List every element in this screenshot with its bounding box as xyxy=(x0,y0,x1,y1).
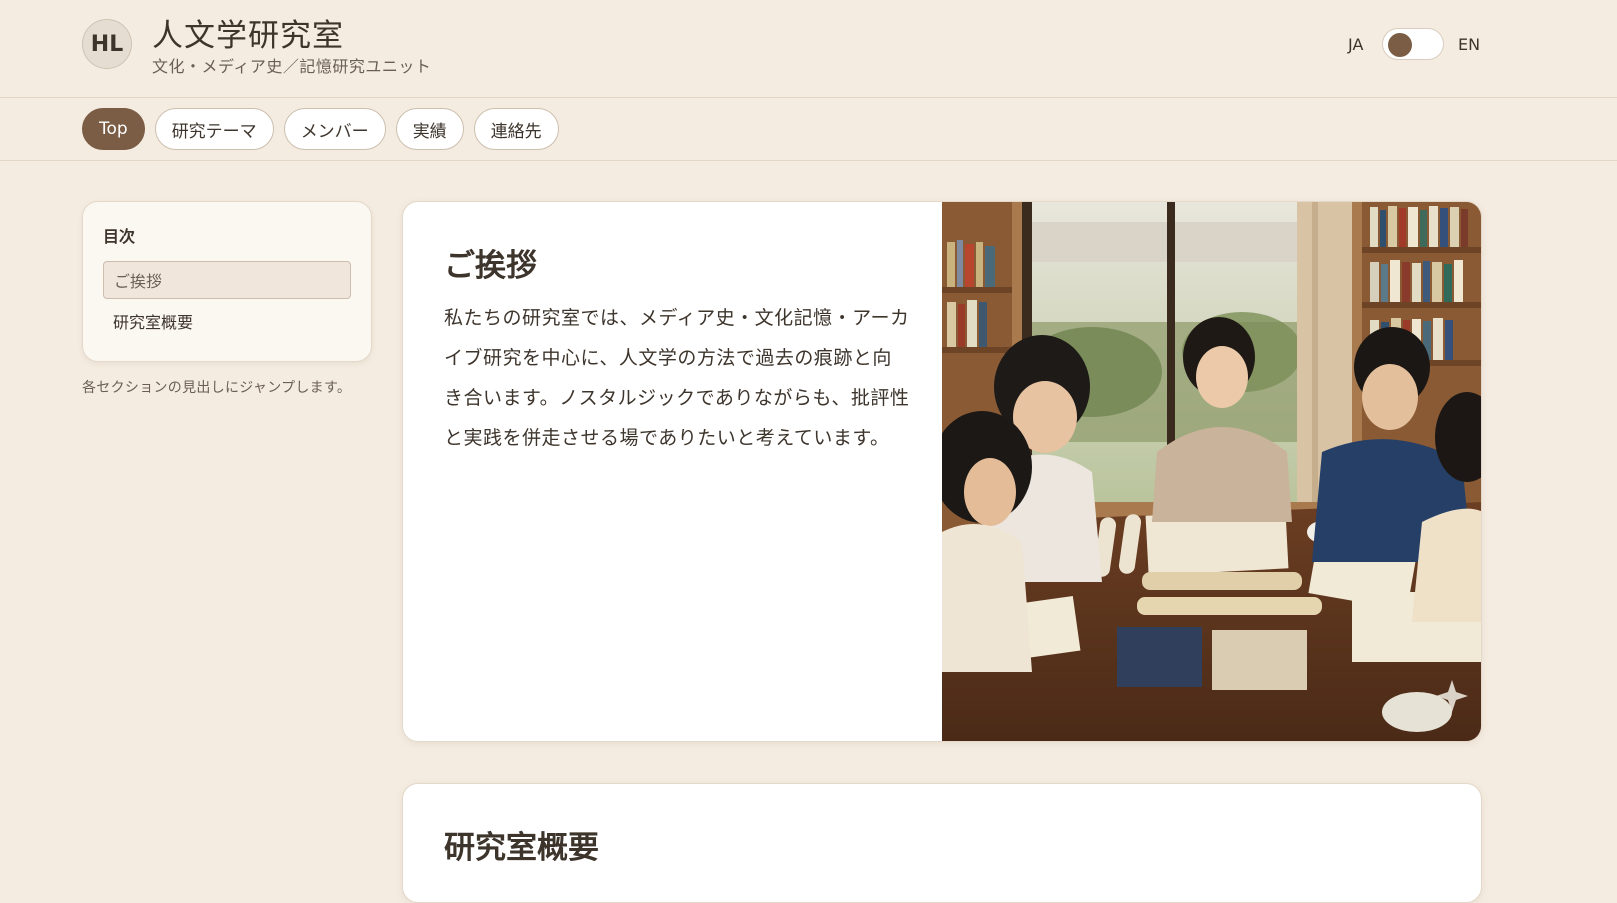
main-nav: Top 研究テーマ メンバー 実績 連絡先 xyxy=(0,98,1617,161)
table-of-contents: 目次 ご挨拶 研究室概要 xyxy=(82,201,372,362)
toc-item-greeting[interactable]: ご挨拶 xyxy=(103,261,351,299)
lang-label-ja[interactable]: JA xyxy=(1348,35,1363,54)
tab-top[interactable]: Top xyxy=(82,108,145,150)
lang-label-en[interactable]: EN xyxy=(1458,35,1480,54)
overview-heading: 研究室概要 xyxy=(444,830,599,866)
language-toggle-knob xyxy=(1388,33,1412,57)
toc-note: 各セクションの見出しにジャンプします。 xyxy=(82,380,352,396)
lab-logo[interactable]: HL xyxy=(82,19,132,69)
greeting-card: ご挨拶 私たちの研究室では、メディア史・文化記憶・アーカイブ研究を中心に、人文学… xyxy=(402,201,1482,742)
toc-item-overview[interactable]: 研究室概要 xyxy=(103,302,351,340)
tab-contact[interactable]: 連絡先 xyxy=(473,108,559,150)
greeting-heading: ご挨拶 xyxy=(444,248,537,284)
toc-title: 目次 xyxy=(103,227,136,246)
overview-card: 研究室概要 xyxy=(402,783,1482,903)
tab-members[interactable]: メンバー xyxy=(283,108,386,150)
site-title[interactable]: 人文学研究室 xyxy=(152,10,344,55)
language-toggle[interactable] xyxy=(1382,28,1444,60)
lab-meeting-photo xyxy=(942,202,1481,741)
tab-research-themes[interactable]: 研究テーマ xyxy=(154,108,274,150)
site-subtitle: 文化・メディア史／記憶研究ユニット xyxy=(152,57,432,76)
greeting-body: 私たちの研究室では、メディア史・文化記憶・アーカイブ研究を中心に、人文学の方法で… xyxy=(444,307,910,449)
tab-achievements[interactable]: 実績 xyxy=(395,108,464,150)
nav-tabs: Top 研究テーマ メンバー 実績 連絡先 xyxy=(82,108,559,150)
site-header: HL 人文学研究室 文化・メディア史／記憶研究ユニット JA EN xyxy=(0,0,1617,98)
